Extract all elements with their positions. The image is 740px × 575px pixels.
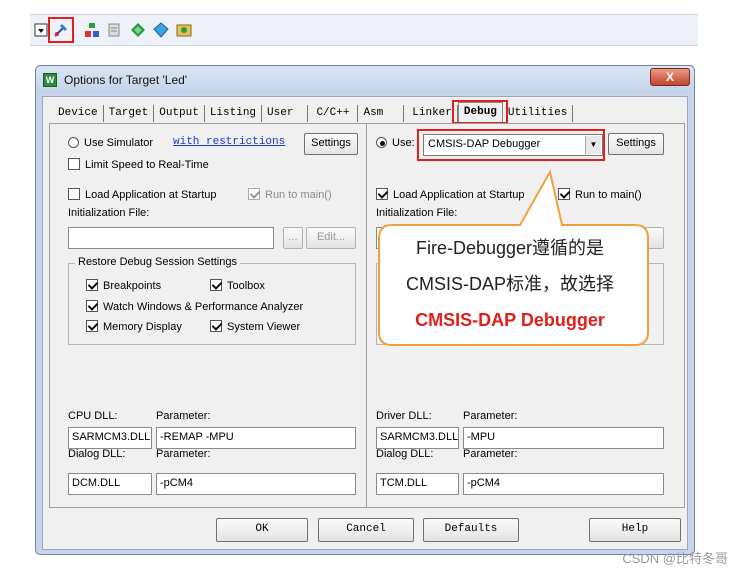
- tab-user[interactable]: User: [262, 105, 309, 122]
- ok-button[interactable]: OK: [216, 518, 308, 542]
- run-to-main-option-left[interactable]: Run to main(): [248, 188, 332, 201]
- keil-app-icon: W: [43, 73, 57, 87]
- use-simulator-label: Use Simulator: [84, 137, 154, 149]
- load-app-label-left: Load Application at Startup: [85, 189, 217, 201]
- green-diamond-icon[interactable]: [128, 20, 148, 40]
- toolbox-checkbox[interactable]: [210, 279, 222, 291]
- run-to-main-checkbox-right[interactable]: [558, 188, 570, 200]
- driver-param-input[interactable]: -MPU: [463, 427, 664, 449]
- toolbox-option[interactable]: Toolbox: [210, 279, 265, 292]
- limit-speed-checkbox[interactable]: [68, 158, 80, 170]
- watermark: CSDN @比特冬哥: [622, 551, 728, 566]
- breakpoints-checkbox[interactable]: [86, 279, 98, 291]
- load-app-checkbox-right[interactable]: [376, 188, 388, 200]
- tab-linker[interactable]: Linker: [404, 105, 458, 122]
- manage-components-icon[interactable]: [82, 20, 102, 40]
- watch-windows-checkbox[interactable]: [86, 300, 98, 312]
- load-app-option-right[interactable]: Load Application at Startup: [376, 188, 524, 201]
- use-debugger-option[interactable]: Use:: [376, 137, 415, 149]
- dialog-dll-label-left: Dialog DLL:: [68, 448, 126, 460]
- memory-display-option[interactable]: Memory Display: [86, 320, 182, 333]
- callout-line-3: CMSIS-DAP Debugger: [415, 310, 605, 330]
- callout-line-1: Fire-Debugger遵循的是: [415, 238, 605, 258]
- driver-dll-input[interactable]: SARMCM3.DLL: [376, 427, 459, 449]
- dialog-param-input-left[interactable]: -pCM4: [156, 473, 356, 495]
- dialog-dll-label-right: Dialog DLL:: [376, 448, 434, 460]
- breakpoints-label: Breakpoints: [103, 280, 162, 292]
- tab-cc[interactable]: C/C++: [308, 105, 359, 122]
- restore-settings-title: Restore Debug Session Settings: [75, 256, 240, 268]
- watch-windows-option[interactable]: Watch Windows & Performance Analyzer: [86, 300, 303, 313]
- watch-windows-label: Watch Windows & Performance Analyzer: [103, 301, 304, 313]
- window-title: Options for Target 'Led': [64, 73, 188, 87]
- tab-utilities[interactable]: Utilities: [503, 105, 574, 122]
- system-viewer-checkbox[interactable]: [210, 320, 222, 332]
- close-button[interactable]: X: [650, 68, 690, 86]
- toolbar: [30, 14, 698, 46]
- tab-target[interactable]: Target: [104, 105, 155, 122]
- load-app-label-right: Load Application at Startup: [393, 189, 525, 201]
- init-file-browse-button-left[interactable]: ...: [283, 227, 303, 249]
- help-button[interactable]: Help: [589, 518, 681, 542]
- callout-text: Fire-Debugger遵循的是 CMSIS-DAP标准，故选择 CMSIS-…: [385, 230, 635, 338]
- memory-display-label: Memory Display: [103, 321, 182, 333]
- dialog-param-label-right: Parameter:: [463, 448, 518, 460]
- cpu-param-label: Parameter:: [156, 410, 211, 422]
- debug-tab-highlight: [452, 100, 508, 124]
- memory-display-checkbox[interactable]: [86, 320, 98, 332]
- limit-speed-option[interactable]: Limit Speed to Real-Time: [68, 158, 209, 171]
- cpu-dll-label: CPU DLL:: [68, 410, 118, 422]
- defaults-button[interactable]: Defaults: [423, 518, 519, 542]
- select-packs-icon[interactable]: [151, 20, 171, 40]
- driver-dll-label: Driver DLL:: [376, 410, 432, 422]
- tab-output[interactable]: Output: [154, 105, 205, 122]
- run-to-main-checkbox-left[interactable]: [248, 188, 260, 200]
- run-to-main-label-left: Run to main(): [265, 189, 332, 201]
- load-app-checkbox-left[interactable]: [68, 188, 80, 200]
- system-viewer-label: System Viewer: [227, 321, 301, 333]
- driver-param-label: Parameter:: [463, 410, 518, 422]
- pack-installer-icon[interactable]: [174, 20, 194, 40]
- breakpoints-option[interactable]: Breakpoints: [86, 279, 161, 292]
- file-extensions-icon[interactable]: [105, 20, 125, 40]
- load-app-option-left[interactable]: Load Application at Startup: [68, 188, 216, 201]
- use-label: Use:: [392, 137, 415, 149]
- panel-divider: [366, 123, 367, 508]
- cpu-param-input[interactable]: -REMAP -MPU: [156, 427, 356, 449]
- limit-speed-label: Limit Speed to Real-Time: [85, 159, 209, 171]
- debugger-select-highlight: [417, 129, 605, 161]
- init-file-edit-button-right[interactable]: [630, 227, 664, 249]
- toolbox-label: Toolbox: [227, 280, 265, 292]
- target-options-icon[interactable]: [48, 17, 74, 43]
- simulator-settings-button[interactable]: Settings: [304, 133, 358, 155]
- tab-asm[interactable]: Asm: [358, 105, 405, 122]
- use-debugger-radio[interactable]: [376, 137, 387, 148]
- init-file-label-left: Initialization File:: [68, 207, 150, 219]
- callout-line-2: CMSIS-DAP标准，故选择: [405, 274, 614, 294]
- init-file-label-right: Initialization File:: [376, 207, 458, 219]
- init-file-input-left[interactable]: [68, 227, 274, 249]
- dialog-dll-input-right[interactable]: TCM.DLL: [376, 473, 459, 495]
- use-simulator-radio[interactable]: [68, 137, 79, 148]
- dialog-dll-input-left[interactable]: DCM.DLL: [68, 473, 152, 495]
- init-file-edit-button-left[interactable]: Edit...: [306, 227, 356, 249]
- cancel-button[interactable]: Cancel: [318, 518, 414, 542]
- run-to-main-option-right[interactable]: Run to main(): [558, 188, 642, 201]
- tab-listing[interactable]: Listing: [205, 105, 263, 122]
- title-bar: W Options for Target 'Led' X: [36, 66, 694, 94]
- run-to-main-label-right: Run to main(): [575, 189, 642, 201]
- debugger-settings-button[interactable]: Settings: [608, 133, 664, 155]
- tab-device[interactable]: Device: [53, 105, 104, 122]
- dialog-param-label-left: Parameter:: [156, 448, 211, 460]
- cpu-dll-input[interactable]: SARMCM3.DLL: [68, 427, 152, 449]
- dialog-param-input-right[interactable]: -pCM4: [463, 473, 664, 495]
- restrictions-link[interactable]: with restrictions: [173, 136, 285, 148]
- use-simulator-option[interactable]: Use Simulator: [68, 137, 153, 149]
- system-viewer-option[interactable]: System Viewer: [210, 320, 300, 333]
